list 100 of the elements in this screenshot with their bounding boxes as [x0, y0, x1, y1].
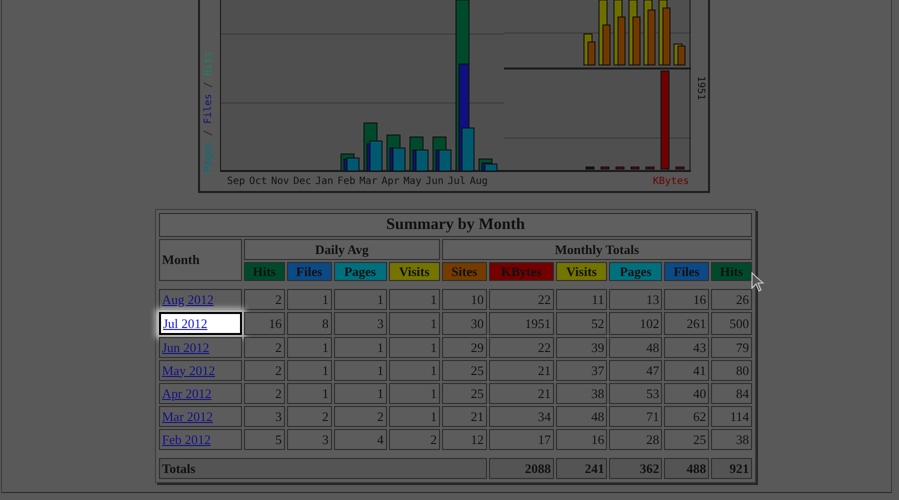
- table-cell: 1: [388, 289, 440, 310]
- month-label: Feb: [337, 176, 356, 187]
- table-cell: 2: [388, 429, 440, 450]
- table-cell: 22: [488, 289, 554, 310]
- column-header: KBytes: [488, 262, 554, 281]
- table-cell: 2: [286, 406, 332, 427]
- table-cell: 37: [556, 360, 608, 381]
- table-cell: 48: [556, 406, 608, 427]
- table-cell: 22: [488, 337, 554, 358]
- axis-label: Pages / Files / Hits: [202, 52, 215, 172]
- table-cell: 17: [488, 429, 554, 450]
- table-cell: 261: [664, 312, 710, 335]
- table-cell: 1: [388, 406, 440, 427]
- total-cell: 921: [711, 458, 752, 479]
- month-label: Aug: [470, 176, 488, 187]
- table-cell: 62: [664, 406, 710, 427]
- table-cell: 1: [388, 383, 440, 404]
- column-header: Pages: [334, 262, 387, 281]
- table-cell: 21: [488, 383, 554, 404]
- table-cell: 2: [244, 337, 285, 358]
- column-header: Pages: [609, 262, 662, 281]
- table-cell: 1951: [488, 312, 554, 335]
- table-cell: 1: [286, 360, 332, 381]
- table-cell: 16: [556, 429, 608, 450]
- table-cell: 4: [334, 429, 387, 450]
- table-cell: 39: [556, 337, 608, 358]
- table-cell: 38: [711, 429, 752, 450]
- table-cell: 25: [664, 429, 710, 450]
- table-cell: 11: [556, 289, 608, 310]
- table-cell: 1: [286, 289, 332, 310]
- column-header: Visits: [388, 262, 440, 281]
- table-cell: 5: [244, 429, 285, 450]
- table-cell: 79: [711, 337, 752, 358]
- table-cell: 16: [664, 289, 710, 310]
- table-cell: 1: [388, 360, 440, 381]
- table-cell: 1: [286, 383, 332, 404]
- table-cell: 84: [711, 383, 752, 404]
- column-header: Month: [159, 239, 242, 281]
- total-cell: 488: [664, 458, 710, 479]
- month-label: Nov: [271, 176, 290, 187]
- column-header: Files: [664, 262, 710, 281]
- table-cell: 29: [442, 337, 487, 358]
- table-cell: 1: [334, 360, 387, 381]
- month-label: Mar: [359, 176, 378, 187]
- table-cell: 1: [286, 337, 332, 358]
- table-cell: 2: [244, 383, 285, 404]
- column-header: Files: [286, 262, 332, 281]
- month-label: Sep: [227, 176, 246, 187]
- month-label: Jan: [315, 176, 334, 187]
- table-cell: 80: [711, 360, 752, 381]
- column-header: Hits: [711, 262, 752, 281]
- table-cell: 47: [609, 360, 662, 381]
- table-cell: 41: [664, 360, 710, 381]
- table-cell: 2: [244, 289, 285, 310]
- table-cell: 52: [556, 312, 608, 335]
- column-group-header: Daily Avg: [244, 239, 440, 260]
- column-header: Sites: [442, 262, 487, 281]
- axis-label: KBytes: [652, 176, 689, 187]
- table-cell: 114: [711, 406, 752, 427]
- month-label: May: [404, 176, 422, 187]
- table-cell: 21: [442, 406, 487, 427]
- table-cell: 3: [286, 429, 332, 450]
- column-group-header: Monthly Totals: [442, 239, 752, 260]
- month-label: Dec: [293, 176, 312, 187]
- table-cell: 43: [664, 337, 710, 358]
- table-cell: 10: [442, 289, 487, 310]
- table-cell: 28: [609, 429, 662, 450]
- total-cell: 362: [609, 458, 662, 479]
- table-cell: 1: [388, 312, 440, 335]
- axis-value-label: 1951: [695, 76, 706, 100]
- table-cell: 2: [334, 406, 387, 427]
- table-cell: 40: [664, 383, 710, 404]
- table-cell: 3: [244, 406, 285, 427]
- month-label: Jul: [448, 176, 466, 187]
- table-cell: 25: [442, 383, 487, 404]
- column-header: Hits: [244, 262, 285, 281]
- totals-label: Totals: [159, 458, 487, 479]
- table-title: Summary by Month: [159, 213, 752, 237]
- table-cell: 53: [609, 383, 662, 404]
- table-cell: 71: [609, 406, 662, 427]
- column-header: Visits: [556, 262, 608, 281]
- table-cell: 500: [711, 312, 752, 335]
- table-cell: 26: [711, 289, 752, 310]
- table-cell: 48: [609, 337, 662, 358]
- table-cell: 1: [334, 337, 387, 358]
- table-cell: 30: [442, 312, 487, 335]
- table-cell: 12: [442, 429, 487, 450]
- table-cell: 21: [488, 360, 554, 381]
- table-cell: 3: [334, 312, 387, 335]
- table-cell: 102: [609, 312, 662, 335]
- total-cell: 2088: [488, 458, 554, 479]
- table-cell: 16: [244, 312, 285, 335]
- table-cell: 25: [442, 360, 487, 381]
- table-cell: 38: [556, 383, 608, 404]
- total-cell: 241: [556, 458, 608, 479]
- table-cell: 1: [334, 383, 387, 404]
- table-cell: 13: [609, 289, 662, 310]
- month-label: Apr: [381, 176, 400, 187]
- table-cell: 8: [286, 312, 332, 335]
- month-label: Jun: [426, 176, 444, 187]
